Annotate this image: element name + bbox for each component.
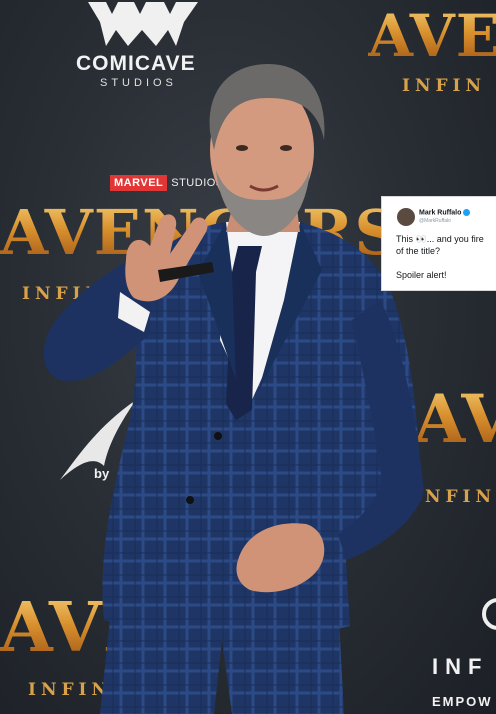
tweet-author-name-text: Mark Ruffalo xyxy=(419,209,462,217)
tweet-author-name: Mark Ruffalo xyxy=(419,209,471,217)
photo-stage: COMICAVE STUDIOS AVEN INFIN MARVEL STUDI… xyxy=(0,0,496,714)
tweet-text-line-2: of the title? xyxy=(396,246,441,256)
tweet-avatar xyxy=(397,208,415,226)
verified-badge-icon xyxy=(463,209,471,216)
tweet-handle: @MarkRuffalo xyxy=(419,218,451,224)
tweet-text-line-3: Spoiler alert! xyxy=(396,270,447,280)
tweet-card: Mark Ruffalo @MarkRuffalo This 👀... and … xyxy=(381,196,496,291)
tweet-text-line-1: This 👀... and you fire xyxy=(396,234,484,244)
person-figure xyxy=(43,64,424,714)
